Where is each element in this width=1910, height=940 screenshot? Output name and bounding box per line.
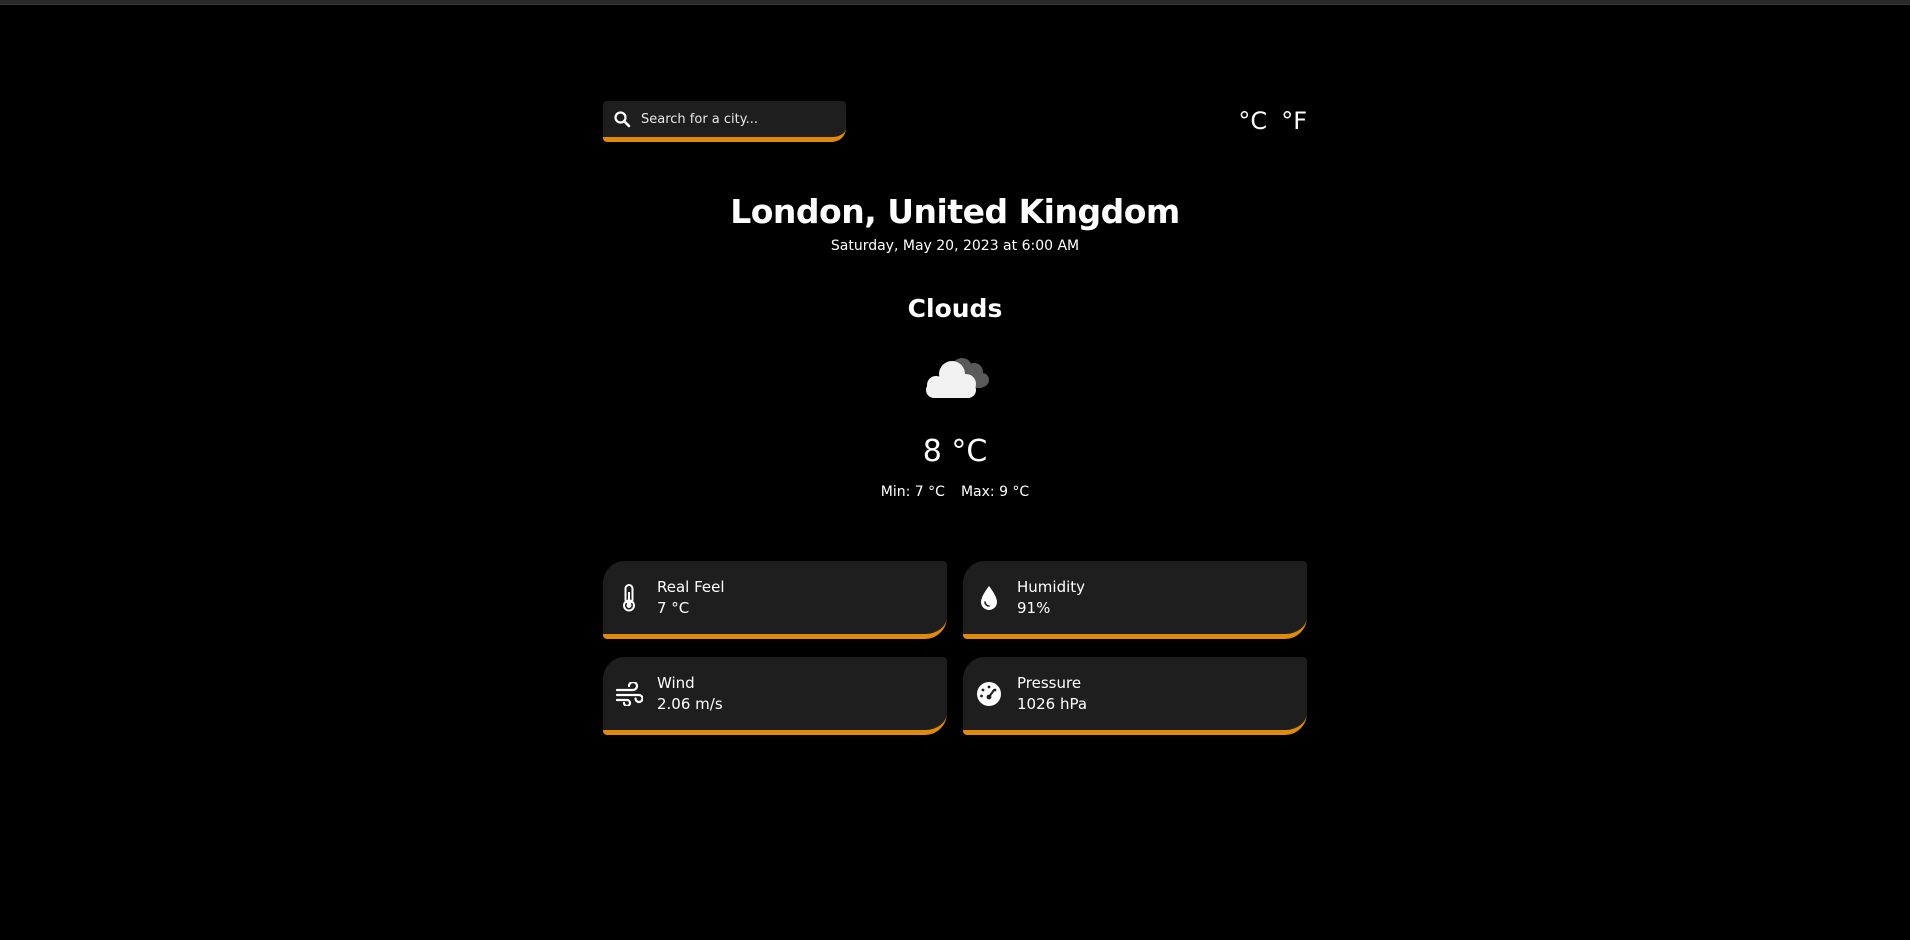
gauge-icon bbox=[975, 680, 1003, 708]
real-feel-value: 7 °C bbox=[657, 599, 690, 617]
current-temperature: 8 °C bbox=[922, 434, 988, 469]
wind-card: Wind 2.06 m/s bbox=[603, 657, 947, 735]
weather-app: °C °F London, United Kingdom Saturday, M… bbox=[603, 0, 1307, 940]
min-max-temperature: Min: 7 °C Max: 9 °C bbox=[603, 484, 1307, 500]
search-icon[interactable] bbox=[613, 110, 631, 128]
wind-icon bbox=[615, 680, 643, 708]
water-drop-icon bbox=[975, 584, 1003, 612]
clouds-icon bbox=[918, 352, 994, 402]
min-temperature: Min: 7 °C bbox=[880, 484, 945, 500]
humidity-value: 91% bbox=[1017, 599, 1051, 617]
wind-value: 2.06 m/s bbox=[657, 695, 723, 713]
fahrenheit-button[interactable]: °F bbox=[1281, 107, 1307, 135]
wind-label: Wind bbox=[657, 674, 695, 692]
search-bar[interactable] bbox=[603, 101, 846, 142]
humidity-card: Humidity 91% bbox=[963, 561, 1307, 639]
humidity-label: Humidity bbox=[1017, 578, 1086, 596]
real-feel-card: Real Feel 7 °C bbox=[603, 561, 947, 639]
thermometer-icon bbox=[615, 583, 643, 612]
real-feel-label: Real Feel bbox=[657, 578, 725, 596]
unit-toggle: °C °F bbox=[1238, 107, 1307, 135]
pressure-card: Pressure 1026 hPa bbox=[963, 657, 1307, 735]
celsius-button[interactable]: °C bbox=[1238, 107, 1267, 135]
pressure-value: 1026 hPa bbox=[1017, 695, 1088, 713]
local-datetime: Saturday, May 20, 2023 at 6:00 AM bbox=[830, 238, 1080, 254]
pressure-label: Pressure bbox=[1017, 674, 1082, 692]
search-input[interactable] bbox=[641, 111, 831, 127]
weather-condition: Clouds bbox=[907, 294, 1003, 323]
city-title: London, United Kingdom bbox=[730, 192, 1180, 231]
max-temperature: Max: 9 °C bbox=[960, 484, 1030, 500]
